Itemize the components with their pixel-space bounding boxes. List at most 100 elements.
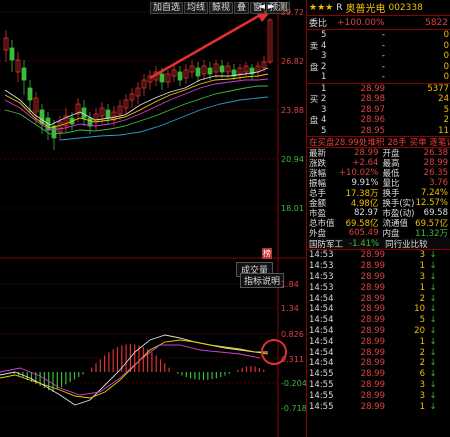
kline-chart-area[interactable]: 加自选 均线 鲸视 叠 窗 预测 ◄ ► 29.72 26.82 23.88 2… <box>0 0 307 437</box>
indicator-tick: 1.84 <box>281 280 299 289</box>
ma-button[interactable]: 均线 <box>184 2 209 14</box>
order-level: 1 <box>321 72 327 83</box>
history-mark[interactable]: 榜 <box>262 248 272 259</box>
tick-price: 28.99 <box>360 379 385 390</box>
stock-code: 002338 <box>388 2 423 13</box>
tick-volume: 2 <box>419 293 425 304</box>
buy-order-row[interactable]: 3 28.97 5 <box>307 105 450 116</box>
overlay-button[interactable]: 叠 <box>234 2 250 14</box>
tick-time: 14:53 <box>309 250 334 261</box>
tick-price: 28.99 <box>360 369 385 380</box>
tick-price: 28.99 <box>360 315 385 326</box>
sell-order-row[interactable]: 盘2 - 0 <box>307 62 450 73</box>
sealed-link[interactable]: 买单 逐笔详情 <box>410 136 450 148</box>
tick-price: 28.99 <box>360 304 385 315</box>
order-level: 4 <box>321 115 327 126</box>
tick-price: 28.99 <box>360 293 385 304</box>
order-volume: 0 <box>443 40 449 51</box>
order-level: 5 <box>321 30 327 41</box>
tick-price: 28.99 <box>360 347 385 358</box>
sector-tabs: 国防军工 -1.41% 同行业比较 <box>307 238 450 250</box>
buy-order-row[interactable]: 1 28.99 5377 <box>307 84 450 95</box>
add-favorite-button[interactable]: 加自选 <box>150 2 184 14</box>
order-price: 28.95 <box>360 125 385 136</box>
order-volume: 0 <box>443 72 449 83</box>
tick-volume: 1 <box>419 282 425 293</box>
indicator-tick: -0.718 <box>281 404 307 413</box>
order-volume: 11 <box>438 125 449 136</box>
tick-row: 14:55 28.99 3 ↓ <box>307 390 450 401</box>
indicator-desc-button[interactable]: 指标说明 <box>240 273 285 288</box>
order-price: 28.97 <box>360 104 385 115</box>
tick-time: 14:55 <box>309 390 334 401</box>
sell-book: 5 - 0 卖4 - 0 3 - 0 盘2 - 0 1 - 0 <box>307 30 450 83</box>
down-arrow-icon: ↓ <box>429 250 437 261</box>
tick-row: 14:53 28.99 3 ↓ <box>307 250 450 261</box>
tick-time: 14:54 <box>309 358 334 369</box>
tick-volume: 5 <box>419 315 425 326</box>
down-arrow-icon: ↓ <box>429 336 437 347</box>
tick-time: 14:55 <box>309 401 334 412</box>
buy-order-row[interactable]: 盘 4 28.96 2 <box>307 115 450 126</box>
sell-order-row[interactable]: 5 - 0 <box>307 30 450 41</box>
side-label: 卖 <box>309 41 319 52</box>
tick-volume: 3 <box>419 250 425 261</box>
candle-body <box>51 125 57 139</box>
quote-info-row: 外盘 605.49 内盘 11.32万 <box>307 228 450 239</box>
tick-price: 28.99 <box>360 250 385 261</box>
price-tick: 23.88 <box>281 106 304 115</box>
sealed-info: 在买盘28.99处堆积 28手 买单 逐笔详情 <box>307 136 450 148</box>
price-tick: 20.94 <box>281 155 304 164</box>
buy-order-row[interactable]: 买 2 28.98 24 <box>307 94 450 105</box>
ma-white <box>4 67 269 126</box>
whale-view-button[interactable]: 鲸视 <box>209 2 234 14</box>
info-value: +10.02% <box>338 168 379 178</box>
sell-order-row[interactable]: 3 - 0 <box>307 51 450 62</box>
tick-volume: 20 <box>414 325 425 336</box>
tick-volume: 2 <box>419 347 425 358</box>
quote-panel: ★★★ R 奥普光电 002338 委比 +100.00% 5822 5-0卖4… <box>306 0 450 437</box>
info-value: 12.57% <box>415 198 448 208</box>
order-price: - <box>381 51 385 62</box>
buy-order-row[interactable]: 5 28.95 11 <box>307 126 450 137</box>
order-volume: 2 <box>443 115 449 126</box>
chart-svg <box>0 0 306 437</box>
tick-price: 28.99 <box>360 358 385 369</box>
tick-row: 14:55 28.99 3 ↓ <box>307 380 450 391</box>
down-arrow-icon: ↓ <box>429 379 437 390</box>
down-arrow-icon: ↓ <box>429 315 437 326</box>
candle-body <box>207 67 213 75</box>
peer-compare-tab[interactable]: 同行业比较 <box>385 238 428 250</box>
sector-tab[interactable]: 国防军工 <box>309 238 343 250</box>
info-value: 28.99 <box>423 158 448 168</box>
order-volume: 0 <box>443 51 449 62</box>
order-price: - <box>381 61 385 72</box>
candle-body <box>219 65 225 73</box>
tick-row: 14:55 28.99 1 ↓ <box>307 401 450 412</box>
order-volume: 5377 <box>427 83 449 94</box>
sell-order-row[interactable]: 卖4 - 0 <box>307 41 450 52</box>
order-level: 2 <box>321 94 327 105</box>
order-volume: 24 <box>438 94 449 105</box>
candle-body <box>177 71 183 81</box>
candle-body <box>21 67 27 81</box>
indicator-tick: 0.311 <box>281 355 304 364</box>
info-value: +2.64 <box>352 158 379 168</box>
sell-order-row[interactable]: 1 - 0 <box>307 72 450 83</box>
tick-price: 28.99 <box>360 261 385 272</box>
info-value: 26.35 <box>423 168 448 178</box>
tick-row: 14:54 28.99 5 ↓ <box>307 315 450 326</box>
buy-book: 1 28.99 5377 买 2 28.98 24 3 28.97 5 盘 4 28.96 2 5 28.95… <box>307 84 450 137</box>
tick-time: 14:55 <box>309 379 334 390</box>
tick-time: 14:53 <box>309 282 334 293</box>
nav-arrows-icon[interactable]: ◄ ► <box>258 2 275 12</box>
info-value: 7.24% <box>420 188 448 198</box>
tick-volume: 10 <box>414 304 425 315</box>
tick-list[interactable]: 14:53 28.99 3 ↓ 14:53 28.99 1 ↓ 14:53 28.99 3 ↓ 14:5… <box>307 250 450 412</box>
price-tick: 26.82 <box>281 57 304 66</box>
order-volume: 0 <box>443 30 449 41</box>
down-arrow-icon: ↓ <box>429 293 437 304</box>
down-arrow-icon: ↓ <box>429 261 437 272</box>
moving-averages <box>4 67 269 141</box>
down-arrow-icon: ↓ <box>429 325 437 336</box>
